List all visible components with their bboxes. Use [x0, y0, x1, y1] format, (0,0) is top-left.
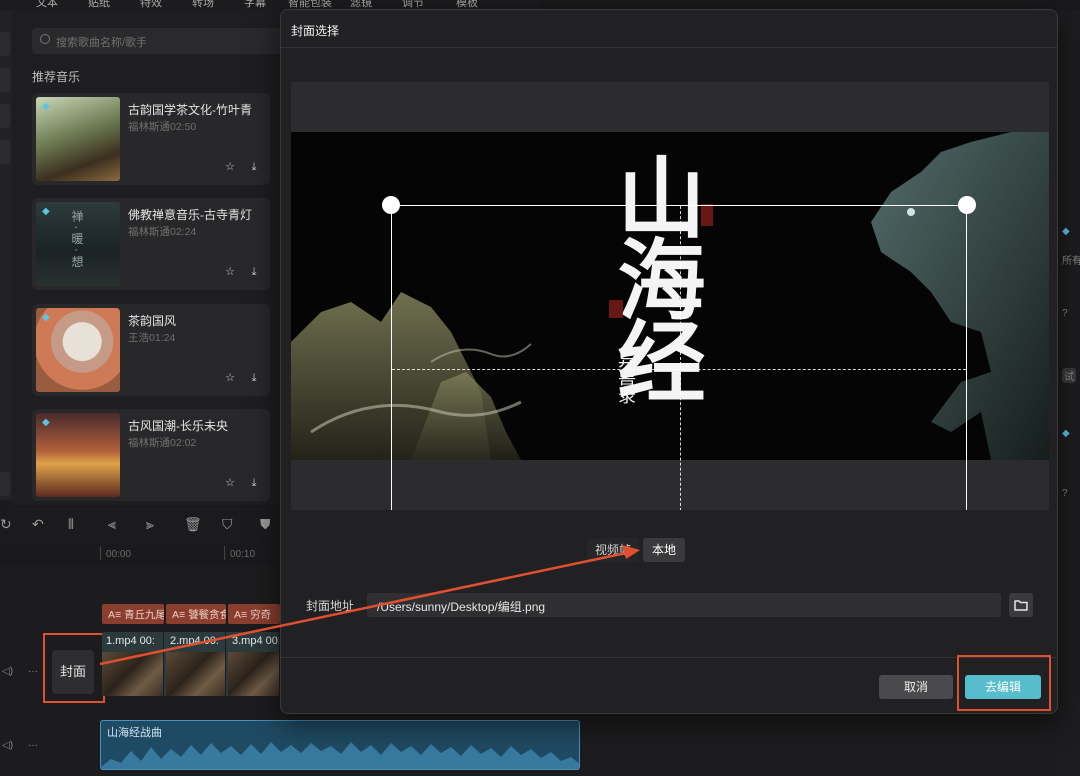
download-icon[interactable]: ⤓ [246, 159, 262, 175]
cover-address-field[interactable]: /Users/sunny/Desktop/编组.png [367, 593, 1001, 617]
search-placeholder: 搜索歌曲名称/歌手 [56, 37, 148, 49]
more-icon[interactable]: ··· [28, 740, 38, 751]
split-right-icon[interactable]: ⫸ [146, 516, 154, 533]
track-title: 佛教禅意音乐-古寺青灯 [128, 208, 252, 222]
shield-check-icon[interactable]: ⛉ [222, 516, 233, 533]
speaker-icon[interactable]: ◁) [2, 666, 13, 677]
nav-tab-text[interactable]: 文本 [36, 0, 58, 10]
split-left-icon[interactable]: ⫷ [108, 516, 116, 533]
download-icon[interactable]: ⤓ [246, 475, 262, 491]
rail-item[interactable] [0, 68, 10, 92]
tab-local[interactable]: 本地 [643, 538, 685, 562]
search-icon [40, 34, 50, 44]
crop-frame[interactable] [382, 196, 976, 510]
crop-handle-top-left[interactable] [382, 196, 400, 214]
album-thumb: ◆ [36, 308, 120, 392]
left-rail [0, 10, 12, 500]
music-card[interactable]: ◆ 茶韵国风 王浩01:24 ☆ ⤓ [32, 304, 270, 396]
album-thumb: ◆ [36, 413, 120, 497]
track-title: 茶韵国风 [128, 314, 177, 328]
track-meta: 福林斯通02:02 [128, 437, 197, 449]
split-icon[interactable]: ⫴ [68, 516, 74, 533]
music-card[interactable]: ◆ 古韵国学茶文化-竹叶青 福林斯通02:50 ☆ ⤓ [32, 93, 270, 185]
rail-item[interactable] [0, 104, 10, 128]
nav-tab-transition[interactable]: 转场 [192, 0, 214, 10]
text-clip[interactable]: A≡ 穷奇 [228, 604, 280, 624]
rail-item[interactable] [0, 472, 10, 496]
crop-handle-top-right[interactable] [958, 196, 976, 214]
video-clip[interactable]: 3.mp4 00: [228, 632, 280, 696]
nav-tab-effects[interactable]: 特效 [140, 0, 162, 10]
undo-icon[interactable]: ↶ [32, 516, 44, 533]
video-clip[interactable]: 1.mp4 00: [102, 632, 164, 696]
track-meta: 福林斯通02:24 [128, 226, 197, 238]
timeline-toolbar: ↻ ↶ ⫴ ⫷ ⫸ 🗑 ⛉ ⛊ [0, 508, 280, 544]
text-clip[interactable]: A≡ 青丘九尾 [102, 604, 164, 624]
album-thumb: ◆ [36, 97, 120, 181]
vip-gem-icon: ◆ [42, 206, 50, 217]
timeline-ruler: 00:00 00:10 [100, 546, 280, 566]
vip-gem-icon: ◆ [1062, 226, 1070, 237]
more-icon[interactable]: ··· [28, 666, 38, 677]
music-card[interactable]: ◆ 古风国潮-长乐未央 福林斯通02:02 ☆ ⤓ [32, 409, 270, 501]
favorite-star-icon[interactable]: ☆ [222, 475, 238, 491]
track-meta: 福林斯通02:50 [128, 121, 197, 133]
right-panel-edge: ◆ 所有 ? 试 ◆ ? [1058, 10, 1080, 776]
section-title: 推荐音乐 [32, 70, 81, 84]
folder-browse-button[interactable] [1009, 593, 1033, 617]
right-strip-text: 所有 [1062, 256, 1080, 267]
rail-item[interactable] [0, 140, 10, 164]
annotation-highlight-cover [43, 633, 105, 703]
download-icon[interactable]: ⤓ [246, 264, 262, 280]
text-clip[interactable]: A≡ 饕餮贪食 [166, 604, 226, 624]
music-card[interactable]: ◆ 禅 · 暖 · 想 佛教禅意音乐-古寺青灯 福林斯通02:24 ☆ ⤓ [32, 198, 270, 290]
album-thumb: ◆ 禅 · 暖 · 想 [36, 202, 120, 286]
rail-item[interactable] [0, 32, 10, 56]
vip-gem-icon: ◆ [42, 101, 50, 112]
favorite-star-icon[interactable]: ☆ [222, 264, 238, 280]
track-meta: 王浩01:24 [128, 332, 176, 344]
vip-gem-icon: ◆ [42, 417, 50, 428]
redo-icon[interactable]: ↻ [0, 516, 12, 533]
thumb-text: 禅 · 暖 · 想 [70, 210, 84, 268]
dialog-title: 封面选择 [291, 24, 340, 38]
cover-preview: 山海经 异兽录 [291, 82, 1049, 510]
cover-address-label: 封面地址 [306, 599, 355, 613]
annotation-highlight-edit [957, 655, 1051, 711]
track-title: 古风国潮-长乐未央 [128, 419, 228, 433]
track-title: 古韵国学茶文化-竹叶青 [128, 103, 252, 117]
ruler-label: 00:10 [230, 549, 256, 560]
shield-icon[interactable]: ⛊ [260, 516, 271, 533]
crop-guide-vertical [680, 206, 681, 510]
nav-tab-subtitle[interactable]: 字幕 [244, 0, 266, 10]
audio-clip[interactable]: 山海经战曲 [100, 720, 580, 770]
ruler-label: 00:00 [106, 549, 132, 560]
favorite-star-icon[interactable]: ☆ [222, 370, 238, 386]
audio-waveform [101, 742, 579, 769]
vip-gem-icon: ◆ [42, 312, 50, 323]
help-icon: ? [1062, 488, 1068, 499]
help-icon: ? [1062, 308, 1068, 319]
dialog-header: 封面选择 [281, 10, 1057, 48]
trial-badge: 试 [1062, 368, 1076, 383]
speaker-icon[interactable]: ◁) [2, 740, 13, 751]
folder-icon [1014, 600, 1028, 611]
crop-guide-horizontal [392, 369, 966, 370]
video-clip[interactable]: 2.mp4 00: [166, 632, 226, 696]
video-track[interactable]: 1.mp4 00: 2.mp4 00: 3.mp4 00: [102, 632, 280, 696]
favorite-star-icon[interactable]: ☆ [222, 159, 238, 175]
vip-gem-icon: ◆ [1062, 428, 1070, 439]
music-search-input[interactable]: 搜索歌曲名称/歌手 [32, 28, 284, 54]
tab-video-frame[interactable]: 视频帧 [587, 538, 639, 562]
cancel-button[interactable]: 取消 [879, 675, 953, 699]
nav-tab-sticker[interactable]: 贴纸 [88, 0, 110, 10]
cover-select-dialog: 封面选择 山海经 异兽录 视频帧 本地 封面地址 /Users/sunny/De… [280, 9, 1058, 714]
dialog-footer-divider [281, 657, 1057, 658]
delete-icon[interactable]: 🗑 [184, 516, 202, 533]
download-icon[interactable]: ⤓ [246, 370, 262, 386]
